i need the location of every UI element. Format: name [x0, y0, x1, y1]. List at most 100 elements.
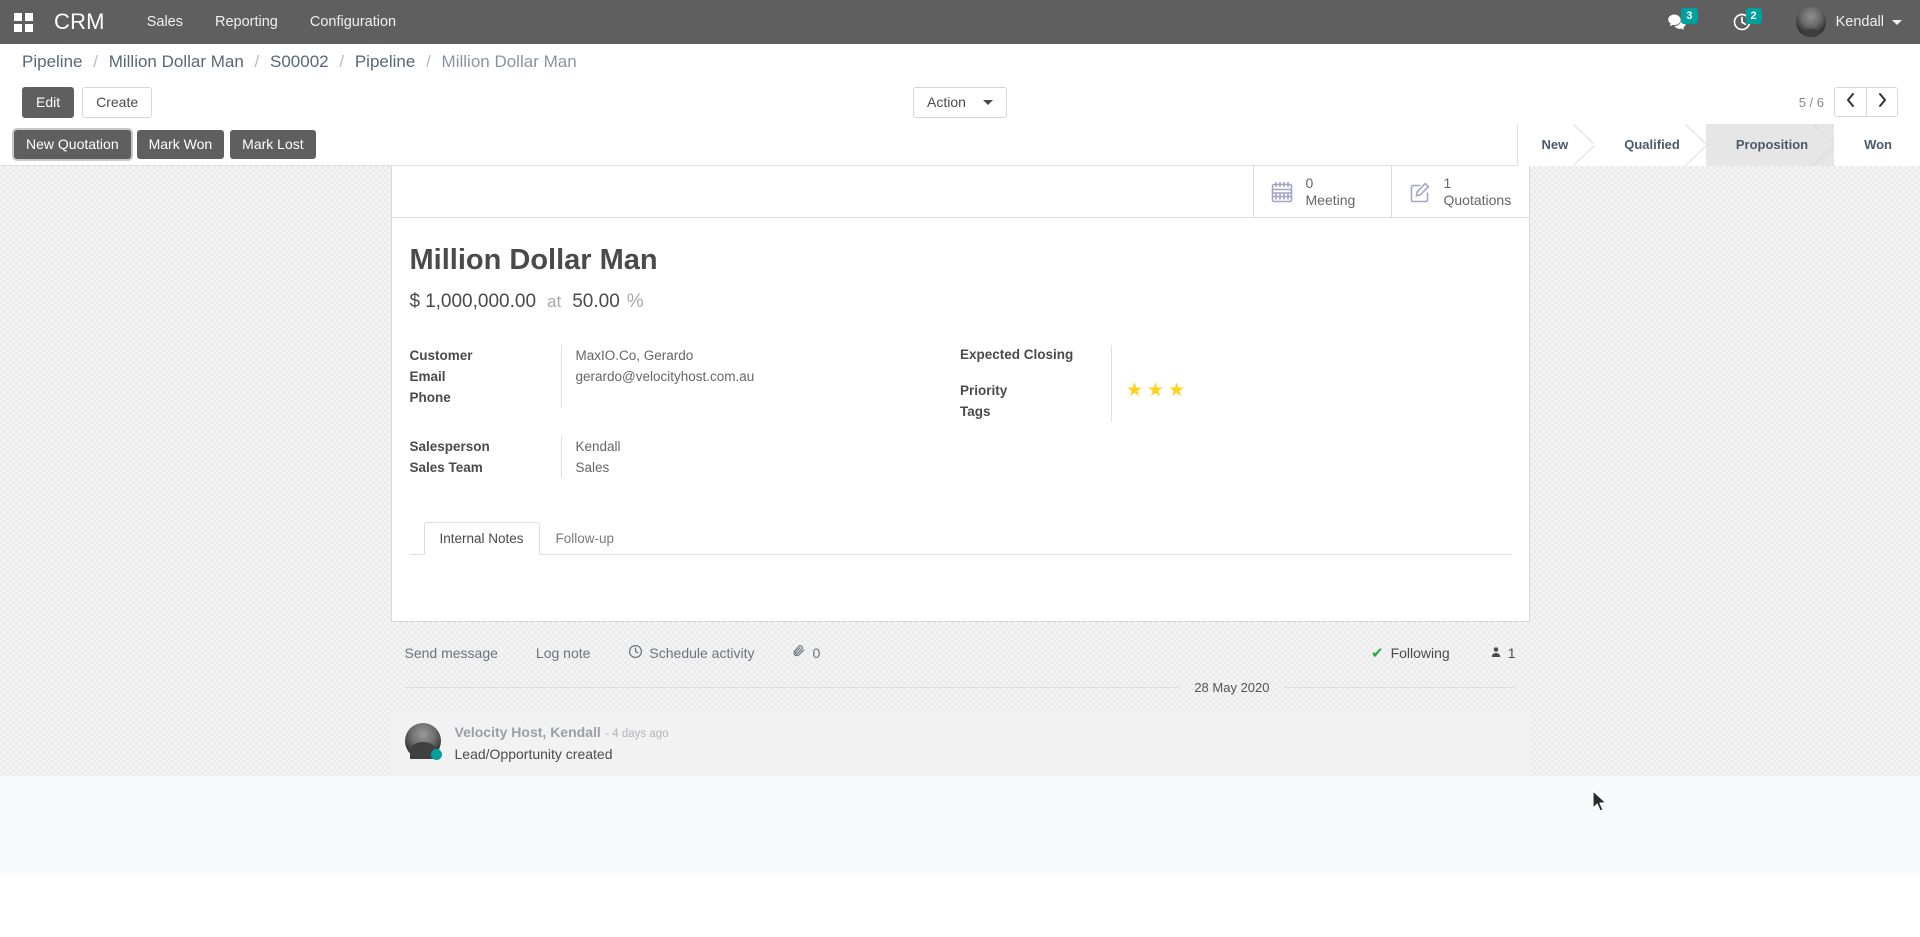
followers-count: 1 — [1507, 645, 1516, 661]
edit-button[interactable]: Edit — [22, 86, 75, 118]
message-text: Lead/Opportunity created — [454, 746, 613, 762]
value-email[interactable]: gerardo@velocityhost.com.au — [576, 366, 961, 387]
label-phone: Phone — [409, 390, 451, 405]
value-tags[interactable] — [1126, 401, 1511, 422]
user-icon — [1490, 645, 1502, 662]
create-button[interactable]: Create — [82, 86, 153, 118]
priority-stars[interactable]: ★ ★ ★ — [1126, 380, 1511, 401]
new-quotation-button[interactable]: New Quotation — [14, 130, 131, 159]
followers-button[interactable]: 1 — [1490, 645, 1516, 662]
value-salesperson[interactable]: Kendall — [576, 436, 961, 457]
messages-menu[interactable]: 3 — [1666, 8, 1698, 32]
sheet-body: Million Dollar Man $ 1,000,000.00 at 50.… — [392, 218, 1529, 621]
stat-button-quotations[interactable]: 1 Quotations — [1390, 166, 1529, 217]
fields-right-column: Expected Closing Priority Tags ★ ★ ★ — [960, 345, 1511, 480]
mark-lost-button[interactable]: Mark Lost — [230, 130, 316, 159]
currency-symbol: $ — [409, 291, 421, 312]
app-brand-crm[interactable]: CRM — [54, 9, 105, 35]
send-message-button[interactable]: Send message — [405, 645, 498, 661]
breadcrumb-item-3[interactable]: Pipeline — [355, 52, 416, 71]
breadcrumb-item-2[interactable]: S00002 — [270, 52, 329, 71]
attachment-count: 0 — [812, 645, 821, 661]
record-sheet: 0 Meeting 1 Quotations Million Dollar Ma… — [390, 166, 1530, 622]
value-phone[interactable] — [576, 387, 961, 408]
breadcrumb-separator: / — [254, 52, 260, 71]
field-labels: Expected Closing Priority Tags — [960, 345, 1112, 422]
log-note-button[interactable]: Log note — [536, 645, 591, 661]
stage-label: Won — [1864, 137, 1892, 152]
pager-previous-button[interactable] — [1834, 87, 1866, 117]
breadcrumb-item-1[interactable]: Million Dollar Man — [109, 52, 244, 71]
action-menu-wrap: Action — [913, 86, 1007, 118]
schedule-activity-button[interactable]: Schedule activity — [628, 644, 754, 662]
paperclip-icon — [792, 644, 806, 662]
chevron-down-icon — [982, 99, 993, 105]
star-icon[interactable]: ★ — [1168, 381, 1185, 400]
activities-count-badge: 2 — [1745, 8, 1762, 24]
field-labels: Salesperson Sales Team — [410, 436, 562, 478]
nav-item-reporting[interactable]: Reporting — [215, 14, 278, 30]
field-group-contact: Customer Email Phone MaxIO.Co, Gerardo g… — [410, 345, 961, 408]
breadcrumb-row: Pipeline / Million Dollar Man / S00002 /… — [0, 44, 1920, 80]
breadcrumb-separator: / — [93, 52, 98, 71]
stage-qualified[interactable]: Qualified — [1594, 123, 1707, 166]
stage-chevron-icon — [1684, 123, 1707, 166]
value-customer[interactable]: MaxIO.Co, Gerardo — [576, 345, 961, 366]
avatar — [1795, 7, 1826, 37]
breadcrumb-item-4: Million Dollar Man — [441, 52, 577, 71]
stat-button-meeting[interactable]: 0 Meeting — [1252, 166, 1391, 217]
mark-won-button[interactable]: Mark Won — [136, 130, 225, 159]
value-sales-team[interactable]: Sales — [576, 457, 961, 478]
breadcrumb-item-0[interactable]: Pipeline — [22, 52, 83, 71]
field-group-closing: Expected Closing Priority Tags ★ ★ ★ — [960, 345, 1511, 422]
at-word: at — [547, 292, 562, 311]
messages-count-badge: 3 — [1681, 8, 1698, 24]
stage-new[interactable]: New — [1517, 123, 1596, 166]
message-author[interactable]: Velocity Host, Kendall — [455, 724, 601, 740]
pager: 5 / 6 — [1799, 87, 1898, 117]
action-dropdown-button[interactable]: Action — [913, 86, 1007, 118]
activities-menu[interactable]: 2 — [1732, 8, 1762, 32]
check-icon: ✔ — [1370, 645, 1384, 662]
divider — [1283, 687, 1516, 688]
star-icon[interactable]: ★ — [1147, 381, 1164, 400]
schedule-activity-label: Schedule activity — [649, 645, 755, 661]
stage-proposition[interactable]: Proposition — [1705, 123, 1836, 166]
fields-grid: Customer Email Phone MaxIO.Co, Gerardo g… — [410, 345, 1511, 480]
breadcrumb-separator: / — [426, 52, 431, 71]
field-values: Kendall Sales — [562, 436, 961, 478]
tab-follow-up[interactable]: Follow-up — [540, 522, 631, 555]
label-priority: Priority — [960, 383, 1008, 398]
nav-item-configuration[interactable]: Configuration — [310, 14, 396, 30]
stat-value: 0 — [1305, 175, 1314, 192]
expected-revenue-value[interactable]: 1,000,000.00 — [425, 291, 536, 313]
stage-chevron-icon — [1813, 123, 1836, 166]
label-customer: Customer — [409, 348, 473, 363]
star-icon[interactable]: ★ — [1126, 381, 1143, 400]
probability-value[interactable]: 50.00 — [572, 291, 620, 313]
user-menu-label: Kendall — [1835, 14, 1884, 30]
stat-value: 1 — [1443, 175, 1452, 192]
stage-label: Qualified — [1624, 137, 1680, 152]
chatter-date-separator: 28 May 2020 — [391, 680, 1530, 695]
label-email: Email — [409, 369, 446, 384]
nav-item-sales[interactable]: Sales — [147, 14, 183, 30]
chevron-right-icon — [1878, 93, 1887, 111]
chevron-down-icon — [1892, 19, 1902, 25]
chatter-message: Velocity Host, Kendall - 4 days ago Lead… — [390, 711, 1530, 776]
value-expected-closing[interactable] — [1126, 345, 1511, 380]
log-note-label: Log note — [535, 645, 591, 661]
breadcrumb-separator: / — [339, 52, 345, 71]
apps-grid-icon[interactable] — [10, 9, 36, 35]
pager-next-button[interactable] — [1866, 87, 1898, 117]
following-toggle[interactable]: ✔ Following — [1371, 644, 1450, 662]
user-menu[interactable]: Kendall — [1795, 7, 1902, 37]
page-title: Million Dollar Man — [409, 244, 658, 276]
stage-won[interactable]: Won — [1834, 123, 1920, 166]
notebook-page-internal-notes[interactable] — [410, 555, 1511, 621]
presence-online-icon — [430, 749, 442, 760]
tab-internal-notes[interactable]: Internal Notes — [423, 522, 540, 555]
message-body: Velocity Host, Kendall - 4 days ago Lead… — [455, 723, 669, 762]
breadcrumb: Pipeline / Million Dollar Man / S00002 /… — [22, 52, 577, 72]
attachments-button[interactable]: 0 — [792, 644, 820, 662]
